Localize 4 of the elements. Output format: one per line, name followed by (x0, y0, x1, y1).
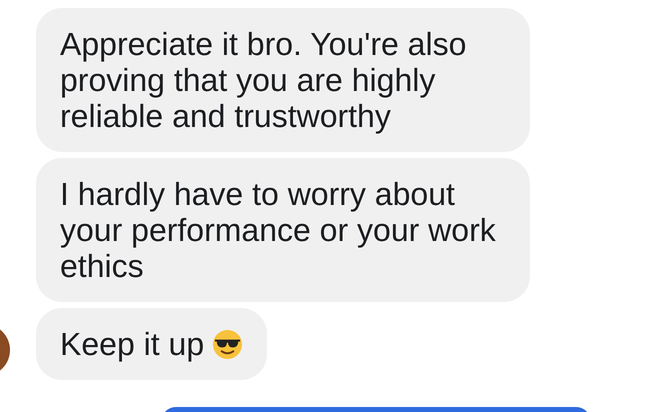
message-text: I hardly have to worry about your performance or your work ethics (60, 176, 496, 284)
message-text: Keep it up (60, 326, 204, 362)
message-text: Appreciate it bro. You're also proving that you are highly reliable and trustworthy (60, 26, 466, 134)
sunglasses-face-icon (212, 329, 244, 360)
